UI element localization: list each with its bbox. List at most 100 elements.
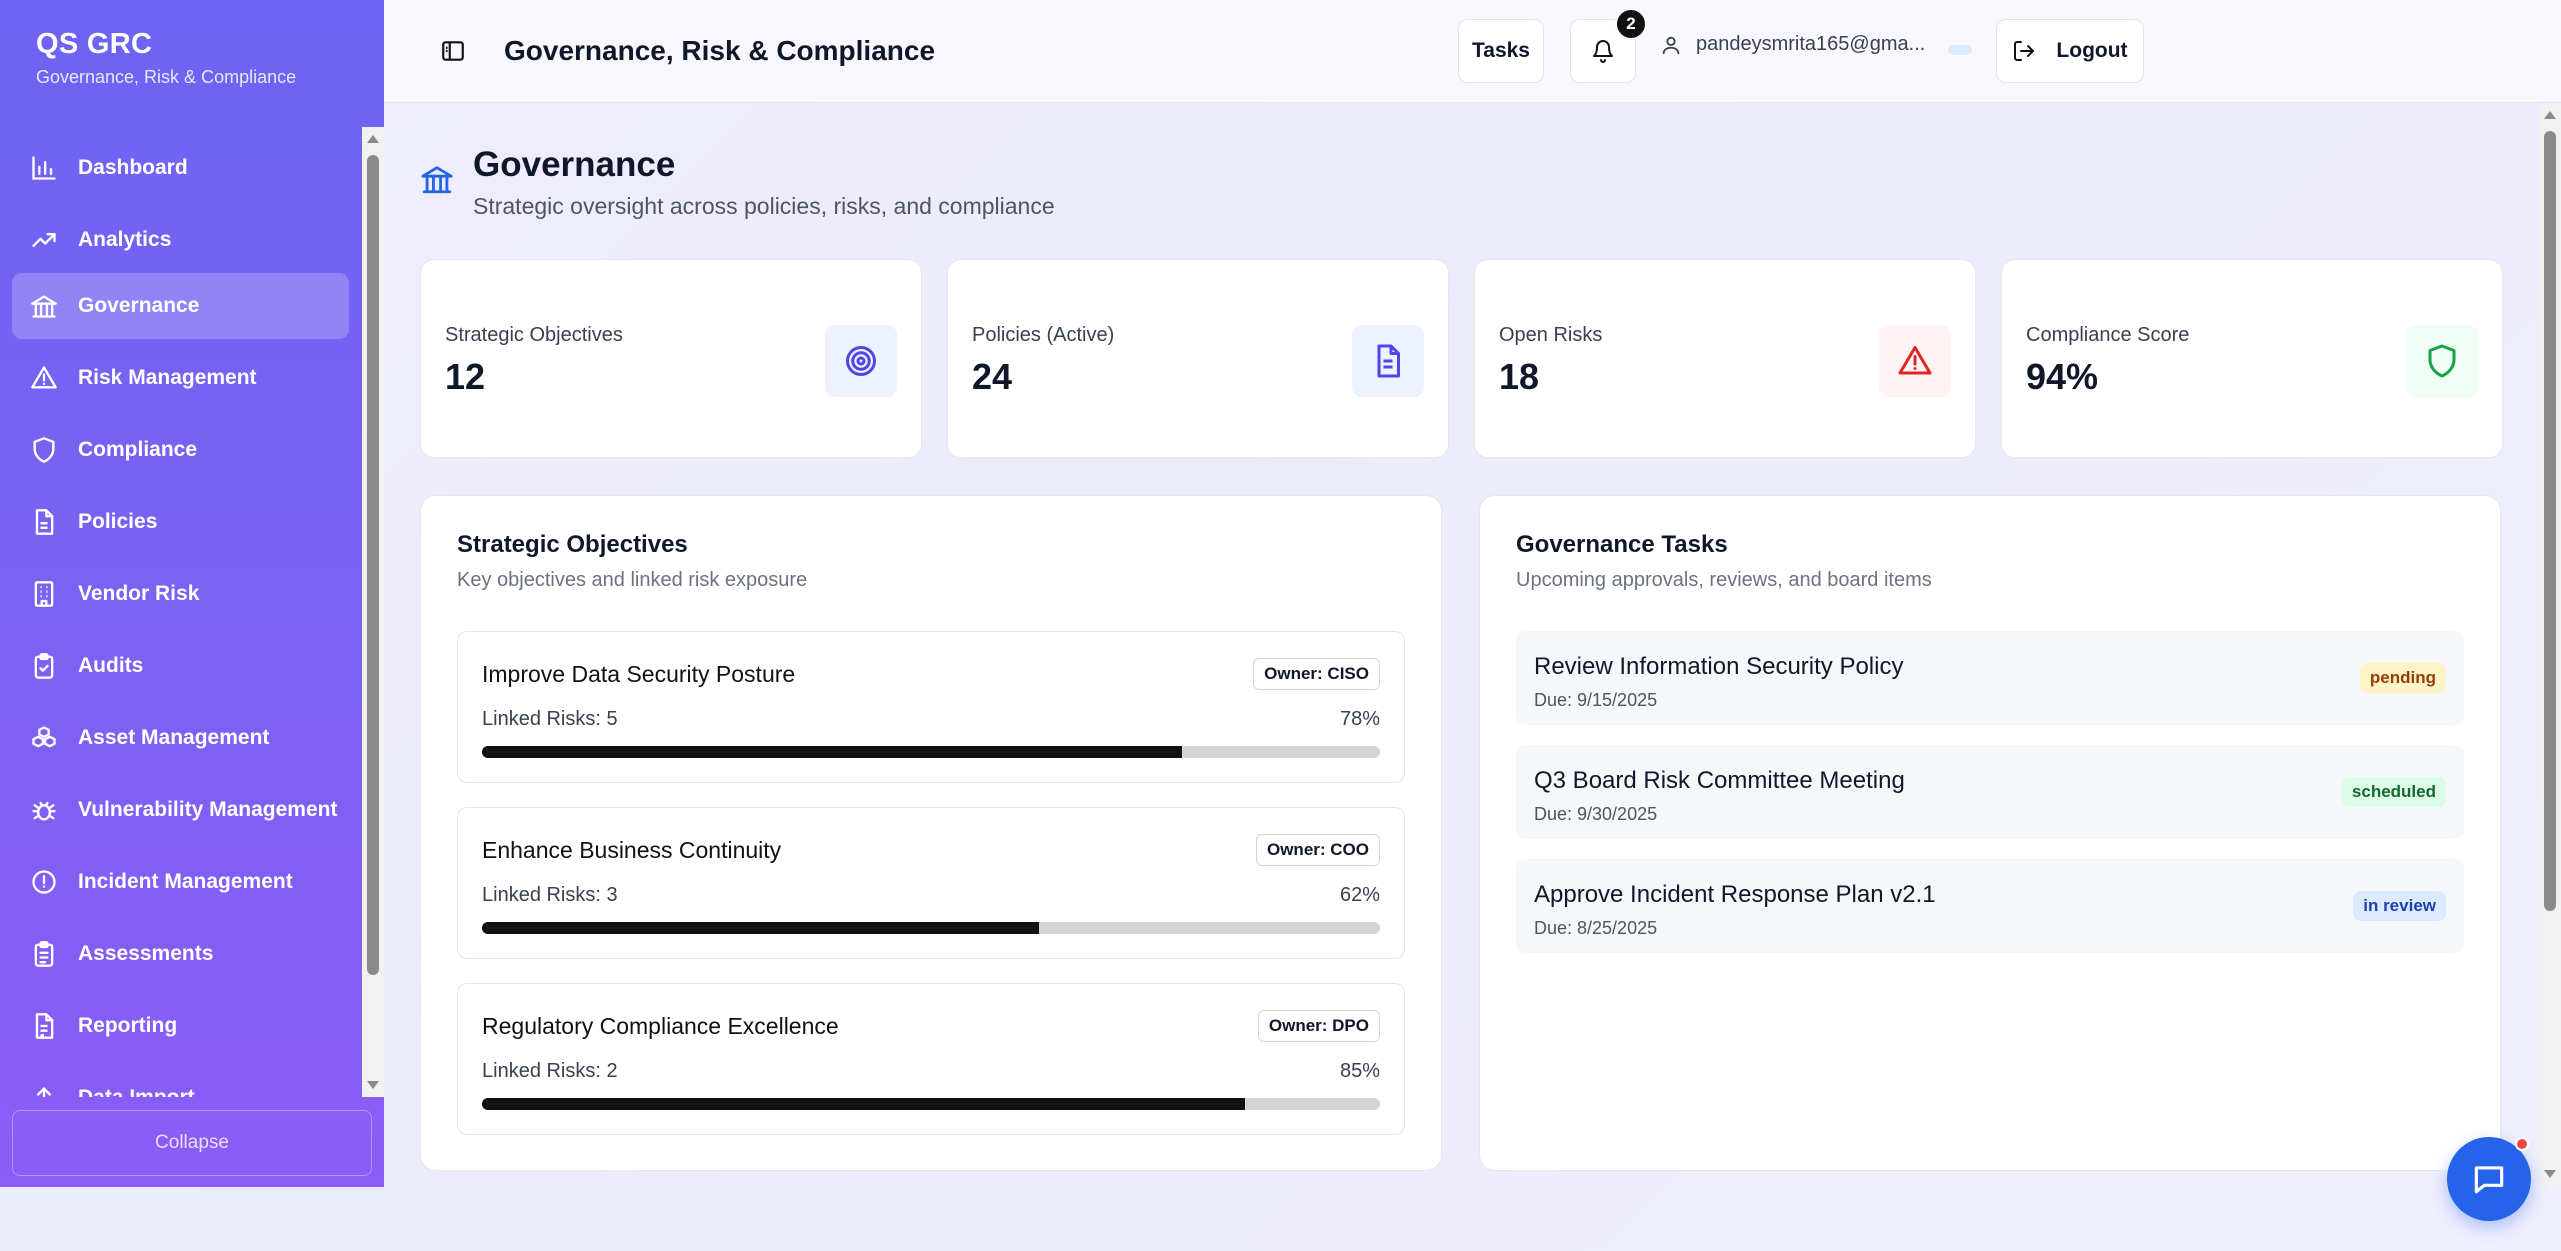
sidebar-item-label: Compliance (78, 438, 198, 461)
trending-up-icon (32, 233, 56, 247)
stat-card-compliance-score: Compliance Score 94% (2001, 259, 2503, 458)
owner-badge: Owner: COO (1255, 834, 1380, 866)
user-menu[interactable]: pandeysmrita165@gma... (1660, 33, 1925, 56)
brand-subtitle: Governance, Risk & Compliance (36, 67, 297, 87)
stat-card-policies-active: Policies (Active) 24 (947, 259, 1449, 458)
sidebar-item-vendor-risk[interactable]: Vendor Risk (12, 561, 349, 627)
sidebar-item-risk-management[interactable]: Risk Management (12, 345, 349, 411)
sidebar-item-vulnerability-management[interactable]: Vulnerability Management (12, 777, 349, 843)
objective-name: Regulatory Compliance Excellence (482, 1013, 839, 1039)
owner-badge: Owner: CISO (1253, 658, 1380, 690)
page-title: Governance (473, 145, 676, 184)
sidebar-toggle-icon[interactable] (440, 38, 466, 64)
sidebar-item-label: Audits (78, 654, 144, 677)
sidebar-item-analytics[interactable]: Analytics (12, 207, 349, 273)
sidebar-item-label: Governance (78, 294, 200, 317)
scroll-up-icon[interactable] (367, 135, 379, 143)
stat-icon-box (1879, 325, 1951, 397)
scroll-down-icon[interactable] (2544, 1170, 2556, 1178)
objective-name: Improve Data Security Posture (482, 661, 796, 687)
scrollbar-thumb[interactable] (2544, 131, 2556, 911)
sidebar-item-label: Data Import (78, 1086, 195, 1097)
stat-label: Policies (Active) (972, 324, 1115, 346)
sidebar-item-audits[interactable]: Audits (12, 633, 349, 699)
scroll-up-icon[interactable] (2544, 111, 2556, 119)
logout-label: Logout (2056, 39, 2128, 62)
task-item[interactable]: Approve Incident Response Plan v2.1 Due:… (1516, 859, 2464, 953)
task-due-date: Due: 9/30/2025 (1534, 804, 1658, 824)
user-role-pill (1948, 45, 1972, 55)
user-email: pandeysmrita165@gma... (1696, 33, 1926, 55)
sidebar-item-label: Dashboard (78, 156, 188, 179)
sidebar-item-label: Reporting (78, 1014, 178, 1037)
sidebar-item-label: Asset Management (78, 726, 270, 749)
task-due-date: Due: 8/25/2025 (1534, 918, 1658, 938)
sidebar-item-asset-management[interactable]: Asset Management (12, 705, 349, 771)
sidebar-item-incident-management[interactable]: Incident Management (12, 849, 349, 915)
status-badge: in review (2353, 891, 2446, 921)
sidebar-item-policies[interactable]: Policies (12, 489, 349, 555)
sidebar-item-label: Vendor Risk (78, 582, 200, 605)
sidebar-scrollbar[interactable] (362, 127, 384, 1097)
user-icon (1662, 36, 1680, 54)
objective-name: Enhance Business Continuity (482, 837, 782, 863)
landmark-icon (421, 166, 453, 194)
chat-icon (2474, 1166, 2504, 1194)
logout-icon (2014, 41, 2035, 61)
document-icon (1377, 344, 1400, 378)
progress-percent: 78% (1339, 708, 1380, 730)
landmark-icon (31, 295, 57, 318)
file-report-icon (35, 1013, 54, 1039)
stat-icon-box (825, 325, 897, 397)
sidebar-item-reporting[interactable]: Reporting (12, 993, 349, 1059)
task-item[interactable]: Review Information Security Policy Due: … (1516, 631, 2464, 725)
status-badge: scheduled (2341, 777, 2446, 807)
stat-value: 24 (972, 356, 1013, 397)
stat-label: Strategic Objectives (445, 324, 623, 346)
sidebar-item-governance[interactable]: Governance (12, 273, 349, 339)
shield-icon (33, 437, 55, 463)
stat-value: 12 (445, 356, 486, 397)
governance-tasks-panel: Governance Tasks Upcoming approvals, rev… (1479, 495, 2501, 1171)
sidebar-item-dashboard[interactable]: Dashboard (12, 135, 349, 201)
chat-notification-dot (2515, 1137, 2529, 1151)
building-icon (34, 581, 54, 607)
scroll-down-icon[interactable] (367, 1081, 379, 1089)
linked-risks: Linked Risks: 3 (482, 884, 618, 906)
task-due-date: Due: 9/15/2025 (1534, 690, 1658, 710)
task-name: Q3 Board Risk Committee Meeting (1534, 767, 1905, 794)
stat-label: Open Risks (1499, 324, 1603, 346)
sidebar-item-label: Risk Management (78, 366, 257, 389)
sidebar-item-data-import[interactable]: Data Import (12, 1065, 349, 1097)
progress-bar-fill (482, 746, 1183, 758)
file-text-icon (35, 509, 54, 535)
collapse-button[interactable]: Collapse (12, 1110, 372, 1176)
sidebar-nav: Dashboard Analytics Governance Risk Mana… (0, 127, 362, 1097)
alert-triangle-icon (31, 366, 57, 389)
progress-bar (482, 746, 1380, 758)
bell-icon (1593, 40, 1613, 63)
tasks-button[interactable]: Tasks (1458, 19, 1544, 83)
objective-card[interactable]: Enhance Business Continuity Owner: COO L… (457, 807, 1405, 959)
sidebar-item-assessments[interactable]: Assessments (12, 921, 349, 987)
main-scrollbar[interactable] (2539, 103, 2561, 1186)
logout-button[interactable]: Logout (1996, 19, 2144, 83)
objective-card[interactable]: Regulatory Compliance Excellence Owner: … (457, 983, 1405, 1135)
sidebar-item-compliance[interactable]: Compliance (12, 417, 349, 483)
progress-bar (482, 922, 1380, 934)
task-item[interactable]: Q3 Board Risk Committee Meeting Due: 9/3… (1516, 745, 2464, 839)
warning-icon (1898, 346, 1932, 375)
stat-icon-box (1352, 325, 1424, 397)
panel-title: Strategic Objectives (457, 531, 688, 558)
target-icon (846, 346, 876, 376)
linked-risks: Linked Risks: 5 (482, 708, 618, 730)
stat-icon-box (2406, 325, 2478, 397)
task-name: Review Information Security Policy (1534, 653, 1904, 680)
stat-card-strategic-objectives: Strategic Objectives 12 (420, 259, 922, 458)
objective-card[interactable]: Improve Data Security Posture Owner: CIS… (457, 631, 1405, 783)
notification-count-badge: 2 (1615, 8, 1647, 40)
bar-chart-icon (32, 156, 56, 180)
shield-icon (2428, 344, 2456, 378)
clipboard-list-icon (34, 941, 54, 967)
scrollbar-thumb[interactable] (367, 155, 379, 975)
